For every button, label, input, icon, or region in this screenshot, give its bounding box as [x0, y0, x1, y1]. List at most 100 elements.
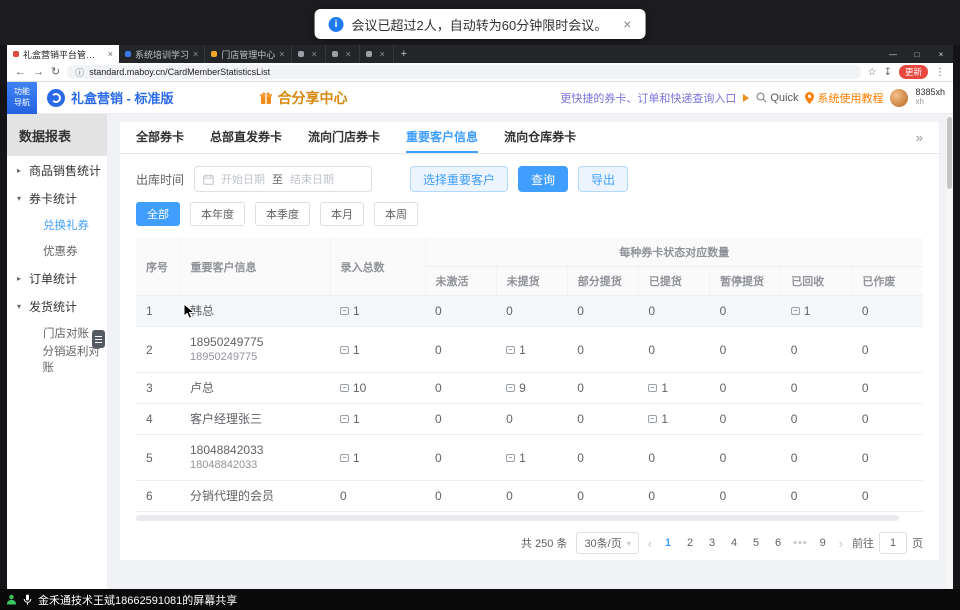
select-customer-button[interactable]: 选择重要客户: [410, 166, 508, 192]
tabs-collapse-icon[interactable]: »: [916, 130, 923, 145]
stat-value: 0: [577, 381, 584, 395]
main-tab[interactable]: 流向门店券卡: [308, 122, 380, 153]
customer-cell: 卢总: [180, 373, 330, 404]
sidebar: 数据报表 ▸ 商品销售统计 ▾ 券卡统计 兑换礼券 优惠券 ▸ 订单统计 ▾ 发…: [7, 114, 107, 589]
page-number[interactable]: 9: [816, 537, 830, 549]
search-button[interactable]: 查询: [518, 166, 568, 192]
tab-title: 礼盒营销平台管理中心: [23, 48, 104, 61]
stat-cell: 1: [638, 373, 709, 404]
stat-cell: 0: [567, 404, 638, 435]
export-button[interactable]: 导出: [578, 166, 628, 192]
back-icon[interactable]: ←: [15, 67, 26, 78]
quick-filter-button[interactable]: 本周: [374, 202, 418, 226]
share-center-link[interactable]: 合分享中心: [259, 88, 348, 108]
goto-page-input[interactable]: [879, 532, 907, 554]
download-icon[interactable]: ↧: [884, 67, 892, 78]
page-number[interactable]: 3: [705, 537, 719, 549]
page-number[interactable]: 4: [727, 537, 741, 549]
quick-filter-button[interactable]: 本年度: [190, 202, 245, 226]
row-index: 1: [136, 296, 180, 327]
reload-icon[interactable]: ↻: [51, 67, 60, 78]
table-row[interactable]: 6 分销代理的会员 00000000: [136, 481, 923, 512]
sidebar-item[interactable]: 优惠券: [7, 238, 107, 264]
sidebar-item[interactable]: 分销返利对账: [7, 346, 107, 372]
horizontal-scrollbar[interactable]: [136, 514, 923, 522]
user-avatar[interactable]: [890, 89, 908, 107]
page-number[interactable]: 2: [683, 537, 697, 549]
page-number[interactable]: 1: [661, 537, 675, 549]
table-row[interactable]: 3 卢总 100901000: [136, 373, 923, 404]
page-number[interactable]: 6: [771, 537, 785, 549]
tab-close-icon[interactable]: ×: [279, 49, 284, 59]
table-row[interactable]: 1 韩总 10000010: [136, 296, 923, 327]
site-info-icon[interactable]: ⓘ: [75, 66, 84, 79]
main-tab[interactable]: 重要客户信息: [406, 122, 478, 153]
main-tab[interactable]: 总部直发券卡: [210, 122, 282, 153]
function-nav-toggle[interactable]: 功能 导航: [7, 82, 37, 114]
next-page-icon[interactable]: ›: [839, 536, 843, 551]
date-separator: 至: [272, 171, 283, 187]
prev-page-icon[interactable]: ‹: [648, 536, 652, 551]
url-box[interactable]: ⓘ standard.maboy.cn/CardMemberStatistics…: [67, 65, 860, 79]
close-icon[interactable]: ×: [929, 50, 953, 59]
browser-tab[interactable]: ×: [292, 45, 326, 63]
new-tab-button[interactable]: +: [394, 45, 414, 63]
browser-menu-icon[interactable]: ⋮: [935, 67, 945, 78]
vscroll-thumb[interactable]: [947, 117, 952, 189]
table-row[interactable]: 5 18048842033 18048842033 10100000: [136, 435, 923, 481]
browser-tab[interactable]: 礼盒营销平台管理中心 ×: [7, 45, 119, 63]
table-row[interactable]: 2 18950249775 18950249775 10100000: [136, 327, 923, 373]
sidebar-item[interactable]: ▾ 发货统计: [7, 292, 107, 320]
tab-close-icon[interactable]: ×: [312, 49, 317, 59]
vertical-scrollbar[interactable]: [946, 114, 953, 589]
stat-cell: 0: [567, 327, 638, 373]
tutorial-link[interactable]: 系统使用教程: [805, 90, 883, 106]
card-count-icon: [648, 384, 657, 392]
main-tab[interactable]: 流向仓库券卡: [504, 122, 576, 153]
quick-search[interactable]: Quick: [756, 92, 798, 104]
stat-cell: 0: [496, 404, 567, 435]
bookmark-star-icon[interactable]: ☆: [868, 67, 877, 78]
stat-cell: 0: [567, 296, 638, 327]
sidebar-item[interactable]: 兑换礼券: [7, 212, 107, 238]
stat-cell: 0: [781, 481, 852, 512]
minimize-icon[interactable]: —: [881, 50, 905, 59]
stat-cell: 10: [330, 373, 425, 404]
tab-close-icon[interactable]: ×: [346, 49, 351, 59]
sidebar-item-label: 兑换礼券: [43, 217, 89, 233]
sidebar-item[interactable]: ▸ 订单统计: [7, 264, 107, 292]
share-center-title: 合分享中心: [278, 88, 348, 108]
sidebar-item[interactable]: ▸ 商品销售统计: [7, 156, 107, 184]
stat-value: 1: [353, 412, 360, 426]
toast-close-icon[interactable]: ×: [623, 16, 631, 32]
page-size-select[interactable]: 30条/页 ▾: [576, 532, 638, 554]
stat-cell: 1: [781, 296, 852, 327]
page-number[interactable]: •••: [793, 537, 808, 549]
update-badge[interactable]: 更新: [899, 65, 928, 79]
main-tab[interactable]: 全部券卡: [136, 122, 184, 153]
quick-filter-button[interactable]: 全部: [136, 202, 180, 226]
browser-tab[interactable]: ×: [326, 45, 360, 63]
stat-value: 0: [720, 304, 727, 318]
tab-close-icon[interactable]: ×: [108, 49, 113, 59]
tab-close-icon[interactable]: ×: [193, 49, 198, 59]
sidebar-collapse-handle[interactable]: [92, 330, 105, 348]
stat-value: 0: [791, 381, 798, 395]
stat-cell: 0: [852, 327, 923, 373]
tab-close-icon[interactable]: ×: [380, 49, 385, 59]
date-range-input[interactable]: 开始日期 至 结束日期: [194, 166, 372, 192]
browser-tab[interactable]: ×: [360, 45, 394, 63]
page-number[interactable]: 5: [749, 537, 763, 549]
maximize-icon[interactable]: □: [905, 50, 929, 59]
col-header-status: 未激活: [425, 267, 496, 296]
sidebar-item[interactable]: ▾ 券卡统计: [7, 184, 107, 212]
forward-icon[interactable]: →: [33, 67, 44, 78]
sidebar-item-label: 商品销售统计: [29, 162, 101, 179]
quick-filter-button[interactable]: 本月: [320, 202, 364, 226]
table-row[interactable]: 4 客户经理张三 10001000: [136, 404, 923, 435]
hscroll-thumb[interactable]: [136, 515, 899, 521]
sidebar-item-label: 门店对账: [43, 325, 89, 341]
quick-filter-button[interactable]: 本季度: [255, 202, 310, 226]
browser-tab[interactable]: 系统培训学习 ×: [119, 45, 205, 63]
browser-tab[interactable]: 门店管理中心 ×: [205, 45, 291, 63]
